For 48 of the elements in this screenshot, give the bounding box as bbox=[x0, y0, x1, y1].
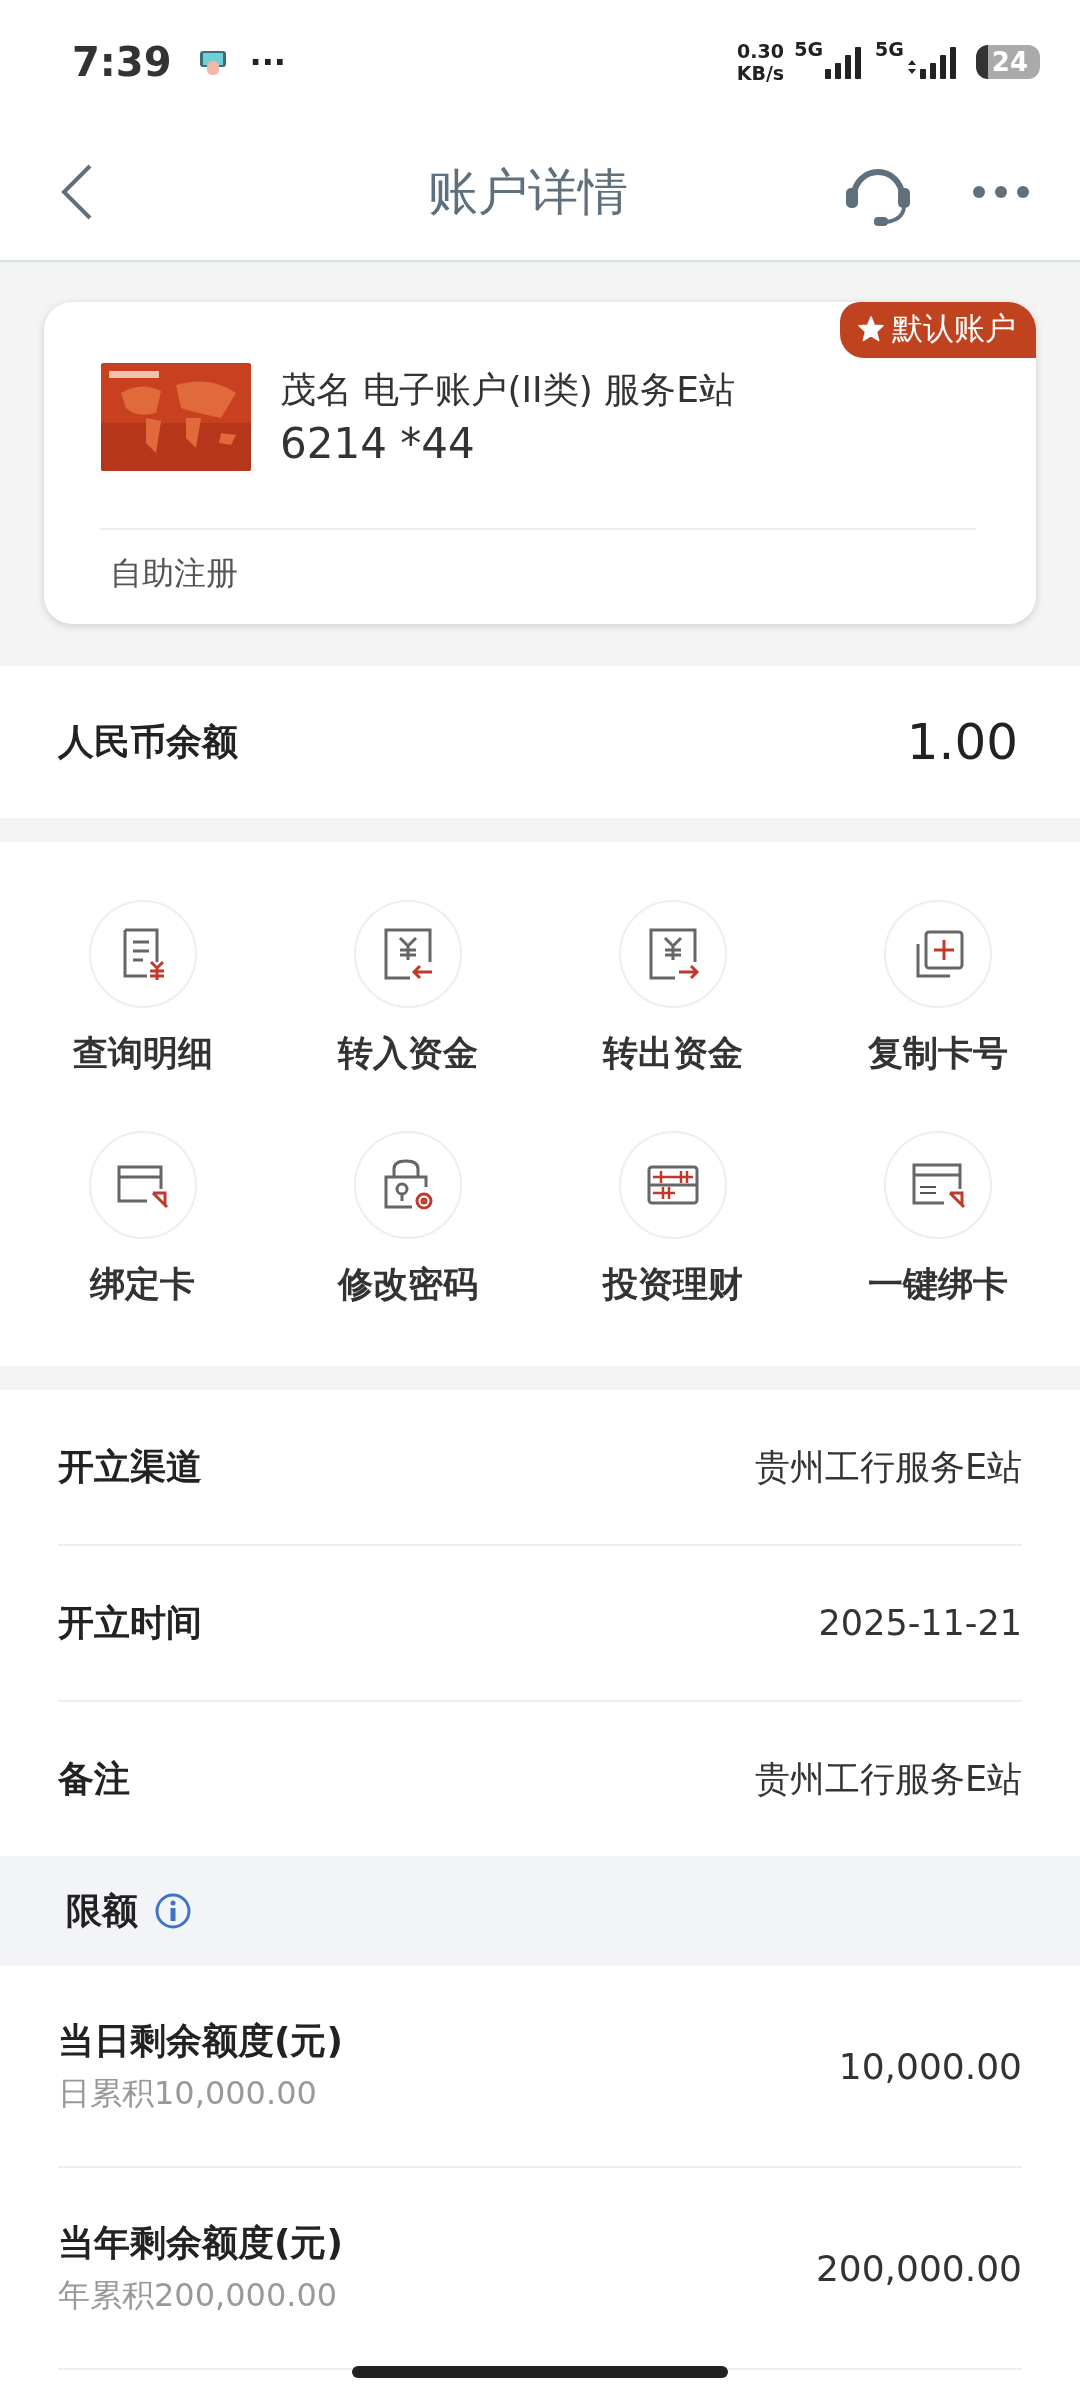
info-label: 备注 bbox=[58, 1756, 130, 1801]
info-icon[interactable] bbox=[154, 1892, 192, 1930]
account-name: 茂名 电子账户(II类) 服务E站 bbox=[280, 368, 735, 412]
balance-amount: 1.00 bbox=[906, 713, 1018, 771]
battery-indicator: 24 bbox=[975, 45, 1040, 79]
action-icon[interactable] bbox=[883, 900, 992, 1008]
action-icon[interactable] bbox=[883, 1131, 992, 1239]
limit-accumulated: 年累积200,000.00 bbox=[58, 2274, 339, 2316]
info-label: 开立渠道 bbox=[58, 1444, 202, 1489]
info-label: 开立时间 bbox=[58, 1600, 202, 1645]
action-label: 转出资金 bbox=[602, 1032, 743, 1075]
page-title: 账户详情 bbox=[427, 161, 629, 223]
card-number: 6214 *44 bbox=[280, 419, 476, 468]
badge-label: 默认账户 bbox=[892, 309, 1016, 348]
action-icon[interactable] bbox=[618, 900, 727, 1008]
info-value: 2025-11-21 bbox=[818, 1603, 1022, 1643]
action-label: 查询明细 bbox=[72, 1032, 213, 1075]
back-icon[interactable] bbox=[60, 164, 94, 220]
action-label: 投资理财 bbox=[602, 1263, 743, 1306]
network-type: 5G bbox=[875, 38, 904, 60]
action-label: 一键绑卡 bbox=[867, 1263, 1008, 1306]
signal-icon bbox=[905, 45, 958, 79]
limit-accumulated: 日累积10,000.00 bbox=[58, 2072, 318, 2114]
action-label: 复制卡号 bbox=[867, 1032, 1008, 1075]
registration-type: 自助注册 bbox=[110, 554, 238, 592]
action-label: 转入资金 bbox=[337, 1032, 478, 1075]
status-time: 7:39 bbox=[72, 39, 172, 85]
limit-value: 10,000.00 bbox=[838, 2045, 1022, 2087]
more-notifications: ··· bbox=[249, 43, 286, 81]
network-speed: 0.30 KB/s bbox=[736, 40, 785, 84]
action-icon[interactable] bbox=[88, 1131, 197, 1239]
info-value: 贵州工行服务E站 bbox=[754, 1757, 1022, 1801]
action-icon[interactable] bbox=[618, 1131, 727, 1239]
action-label: 修改密码 bbox=[337, 1263, 478, 1306]
network-type: 5G bbox=[794, 38, 823, 60]
limit-value: 200,000.00 bbox=[815, 2247, 1022, 2289]
star-icon bbox=[858, 316, 884, 342]
info-value: 贵州工行服务E站 bbox=[754, 1445, 1022, 1489]
action-label: 绑定卡 bbox=[90, 1263, 195, 1306]
balance-label: 人民币余额 bbox=[58, 719, 238, 764]
action-icon[interactable] bbox=[88, 900, 197, 1008]
account-card[interactable]: 默认账户 茂名 电子账户(II类) 服务E站 6214 *44 自助注册 bbox=[44, 302, 1036, 624]
action-icon[interactable] bbox=[353, 900, 462, 1008]
limit-label: 当年剩余额度(元) bbox=[58, 2220, 343, 2265]
limit-label: 当日剩余额度(元) bbox=[58, 2018, 343, 2063]
action-icon[interactable] bbox=[353, 1131, 462, 1239]
section-title: 限额 bbox=[66, 1888, 138, 1933]
more-icon[interactable] bbox=[972, 185, 1030, 199]
